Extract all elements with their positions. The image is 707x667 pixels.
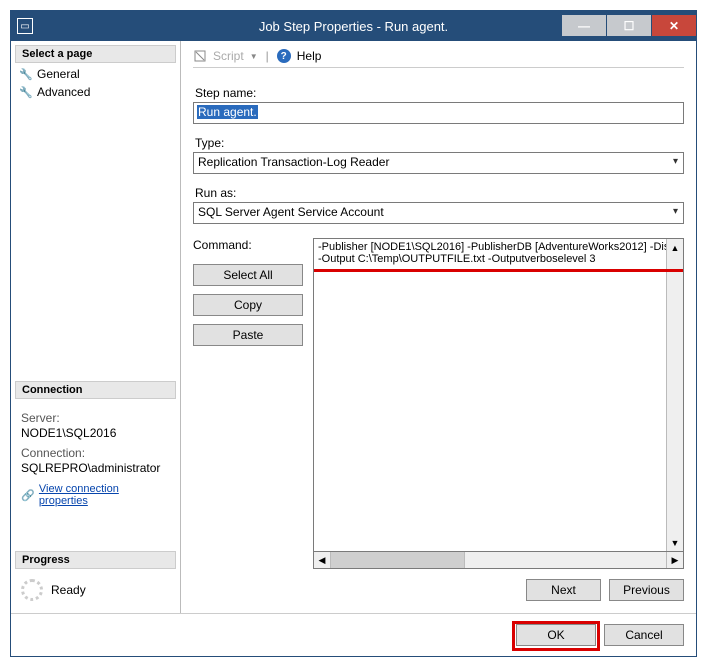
- server-label: Server:: [21, 411, 170, 425]
- step-name-input[interactable]: Run agent.: [193, 102, 684, 124]
- run-as-select[interactable]: SQL Server Agent Service Account: [193, 202, 684, 224]
- script-icon: [193, 49, 207, 63]
- run-as-value: SQL Server Agent Service Account: [198, 205, 384, 219]
- step-name-label: Step name:: [195, 86, 682, 100]
- next-button[interactable]: Next: [526, 579, 601, 601]
- minimize-icon: —: [578, 19, 590, 33]
- copy-button[interactable]: Copy: [193, 294, 303, 316]
- script-dropdown[interactable]: Script: [213, 49, 244, 63]
- help-icon: ?: [277, 49, 291, 63]
- window-title: Job Step Properties - Run agent.: [259, 19, 448, 34]
- type-value: Replication Transaction-Log Reader: [198, 155, 389, 169]
- type-select[interactable]: Replication Transaction-Log Reader: [193, 152, 684, 174]
- view-connection-properties[interactable]: 🔗 View connection properties: [21, 483, 170, 507]
- command-section: Command: Select All Copy Paste -Publishe…: [193, 238, 684, 569]
- select-all-button[interactable]: Select All: [193, 264, 303, 286]
- sidebar-item-general[interactable]: 🔧 General: [15, 65, 176, 83]
- command-label: Command:: [193, 238, 303, 252]
- connection-label: Connection:: [21, 446, 170, 460]
- connection-header: Connection: [15, 381, 176, 399]
- scroll-right-icon[interactable]: ▶: [666, 552, 683, 568]
- wrench-icon: 🔧: [19, 68, 33, 81]
- scroll-thumb[interactable]: [331, 552, 465, 568]
- step-name-value: Run agent.: [197, 105, 258, 119]
- dialog-window: ▭ Job Step Properties - Run agent. — ☐ ✕…: [10, 10, 697, 657]
- close-icon: ✕: [669, 19, 679, 33]
- view-connection-link[interactable]: View connection properties: [39, 483, 170, 507]
- step-nav-buttons: Next Previous: [193, 579, 684, 601]
- command-text: -Publisher [NODE1\SQL2016] -PublisherDB …: [314, 239, 683, 267]
- cancel-button[interactable]: Cancel: [604, 624, 684, 646]
- window-controls: — ☐ ✕: [561, 15, 696, 37]
- titlebar: ▭ Job Step Properties - Run agent. — ☐ ✕: [11, 11, 696, 41]
- connection-value: SQLREPRO\administrator: [21, 461, 170, 475]
- wrench-icon: 🔧: [19, 86, 33, 99]
- separator: |: [266, 49, 269, 63]
- scroll-down-icon[interactable]: ▼: [667, 534, 683, 551]
- close-button[interactable]: ✕: [651, 15, 696, 37]
- scroll-left-icon[interactable]: ◀: [314, 552, 331, 568]
- sidebar: Select a page 🔧 General 🔧 Advanced Conne…: [11, 41, 181, 613]
- maximize-icon: ☐: [624, 19, 635, 33]
- connection-info: Server: NODE1\SQL2016 Connection: SQLREP…: [15, 401, 176, 511]
- sidebar-item-advanced[interactable]: 🔧 Advanced: [15, 83, 176, 101]
- command-buttons-column: Command: Select All Copy Paste: [193, 238, 303, 569]
- progress-status-row: Ready: [15, 571, 176, 609]
- command-textarea[interactable]: -Publisher [NODE1\SQL2016] -PublisherDB …: [313, 238, 684, 552]
- vertical-scrollbar[interactable]: ▲ ▼: [666, 239, 683, 551]
- server-value: NODE1\SQL2016: [21, 426, 170, 440]
- progress-spinner-icon: [21, 579, 43, 601]
- dialog-body: Select a page 🔧 General 🔧 Advanced Conne…: [11, 41, 696, 613]
- command-area: -Publisher [NODE1\SQL2016] -PublisherDB …: [313, 238, 684, 569]
- dialog-buttons: OK Cancel: [11, 613, 696, 656]
- type-label: Type:: [195, 136, 682, 150]
- select-page-header: Select a page: [15, 45, 176, 63]
- minimize-button[interactable]: —: [561, 15, 606, 37]
- previous-button[interactable]: Previous: [609, 579, 684, 601]
- sidebar-item-label: Advanced: [37, 85, 90, 99]
- paste-button[interactable]: Paste: [193, 324, 303, 346]
- app-icon: ▭: [17, 18, 33, 34]
- connection-icon: 🔗: [21, 489, 35, 502]
- scroll-track[interactable]: [667, 256, 683, 534]
- help-button[interactable]: Help: [297, 49, 322, 63]
- main-panel: Script ▼ | ? Help Step name: Run agent. …: [181, 41, 696, 613]
- scroll-track[interactable]: [331, 552, 666, 568]
- chevron-down-icon: ▼: [250, 52, 258, 61]
- horizontal-scrollbar[interactable]: ◀ ▶: [313, 552, 684, 569]
- maximize-button[interactable]: ☐: [606, 15, 651, 37]
- progress-status-text: Ready: [51, 583, 86, 597]
- toolbar: Script ▼ | ? Help: [193, 49, 684, 68]
- progress-header: Progress: [15, 551, 176, 569]
- ok-button[interactable]: OK: [516, 624, 596, 646]
- scroll-up-icon[interactable]: ▲: [667, 239, 683, 256]
- sidebar-item-label: General: [37, 67, 80, 81]
- run-as-label: Run as:: [195, 186, 682, 200]
